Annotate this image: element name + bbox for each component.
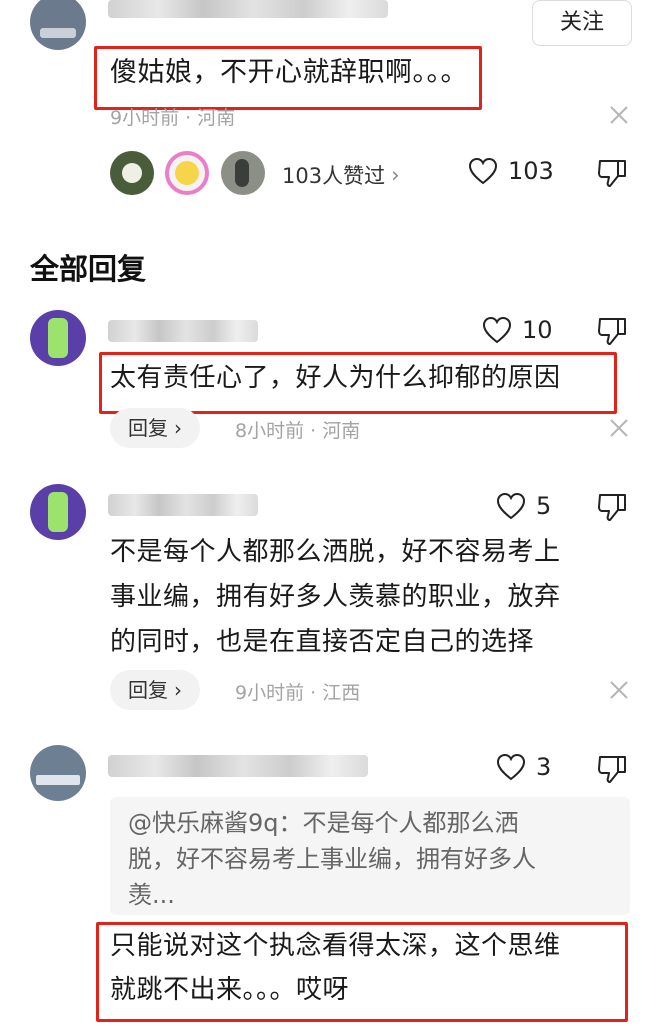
reply-label: 回复 bbox=[128, 678, 168, 702]
dislike-icon[interactable] bbox=[596, 158, 628, 188]
top-comment-username[interactable] bbox=[108, 0, 388, 18]
like-count: 5 bbox=[536, 492, 552, 520]
close-icon[interactable] bbox=[608, 104, 630, 126]
reply-2-username[interactable] bbox=[108, 494, 258, 516]
dislike-icon[interactable] bbox=[596, 492, 628, 522]
reply-2-reply-button[interactable]: 回复 › bbox=[110, 670, 200, 710]
reply-3-avatar[interactable] bbox=[30, 745, 86, 801]
reply-1-meta: 8小时前 · 河南 bbox=[235, 420, 361, 442]
top-comment-avatar[interactable] bbox=[30, 0, 86, 50]
liker-avatar-3[interactable] bbox=[221, 151, 265, 195]
likers-label: 103人赞过 bbox=[282, 164, 386, 188]
reply-2-text-line-3: 的同时，也是在直接否定自己的选择 bbox=[110, 627, 535, 657]
heart-icon bbox=[482, 316, 512, 344]
dislike-icon[interactable] bbox=[596, 754, 628, 784]
reply-2-avatar[interactable] bbox=[30, 484, 86, 540]
like-count: 103 bbox=[508, 157, 554, 185]
reply-3-text-line-2: 就跳不出来。。。哎呀 bbox=[110, 975, 350, 1005]
section-title: 全部回复 bbox=[30, 252, 147, 286]
reply-3-like[interactable]: 3 bbox=[496, 753, 551, 781]
reply-2-text-line-1: 不是每个人都那么洒脱，好不容易考上 bbox=[110, 537, 561, 567]
heart-icon bbox=[468, 157, 498, 185]
reply-3-text-line-1: 只能说对这个执念看得太深，这个思维 bbox=[110, 931, 561, 961]
like-count: 3 bbox=[536, 753, 552, 781]
top-comment-meta: 9小时前 · 河南 bbox=[110, 107, 236, 129]
reply-2-like[interactable]: 5 bbox=[496, 492, 551, 520]
chevron-right-icon: › bbox=[174, 416, 182, 440]
reply-2-meta: 9小时前 · 江西 bbox=[235, 682, 361, 704]
reply-2-text-line-2: 事业编，拥有好多人羡慕的职业，放弃 bbox=[110, 582, 561, 612]
quoted-line-3: 羡... bbox=[128, 881, 175, 909]
quoted-line-1: @快乐麻酱9q：不是每个人都那么洒 bbox=[128, 809, 519, 837]
follow-button[interactable]: 关注 bbox=[532, 0, 632, 46]
chevron-right-icon: › bbox=[391, 163, 400, 187]
reply-1-avatar[interactable] bbox=[30, 310, 86, 366]
reply-1-reply-button[interactable]: 回复 › bbox=[110, 408, 200, 448]
close-icon[interactable] bbox=[608, 679, 630, 701]
liker-avatar-2[interactable] bbox=[165, 151, 209, 195]
close-icon[interactable] bbox=[608, 417, 630, 439]
liker-avatar-1[interactable] bbox=[110, 151, 154, 195]
like-count: 10 bbox=[522, 316, 553, 344]
top-comment-like[interactable]: 103 bbox=[468, 157, 554, 185]
top-comment-text: 傻姑娘，不开心就辞职啊。。。 bbox=[110, 57, 468, 88]
dislike-icon[interactable] bbox=[596, 316, 628, 346]
heart-icon bbox=[496, 492, 526, 520]
reply-label: 回复 bbox=[128, 416, 168, 440]
quoted-reply-text: @快乐麻酱9q：不是每个人都那么洒 脱，好不容易考上事业编，拥有好多人 羡... bbox=[128, 805, 618, 913]
likers-link[interactable]: 103人赞过 › bbox=[282, 160, 400, 190]
heart-icon bbox=[496, 753, 526, 781]
reply-1-like[interactable]: 10 bbox=[482, 316, 553, 344]
reply-1-username[interactable] bbox=[108, 320, 258, 342]
reply-3-username[interactable] bbox=[108, 755, 368, 777]
chevron-right-icon: › bbox=[174, 678, 182, 702]
reply-1-text: 太有责任心了，好人为什么抑郁的原因 bbox=[110, 363, 561, 393]
quoted-line-2: 脱，好不容易考上事业编，拥有好多人 bbox=[128, 845, 536, 873]
